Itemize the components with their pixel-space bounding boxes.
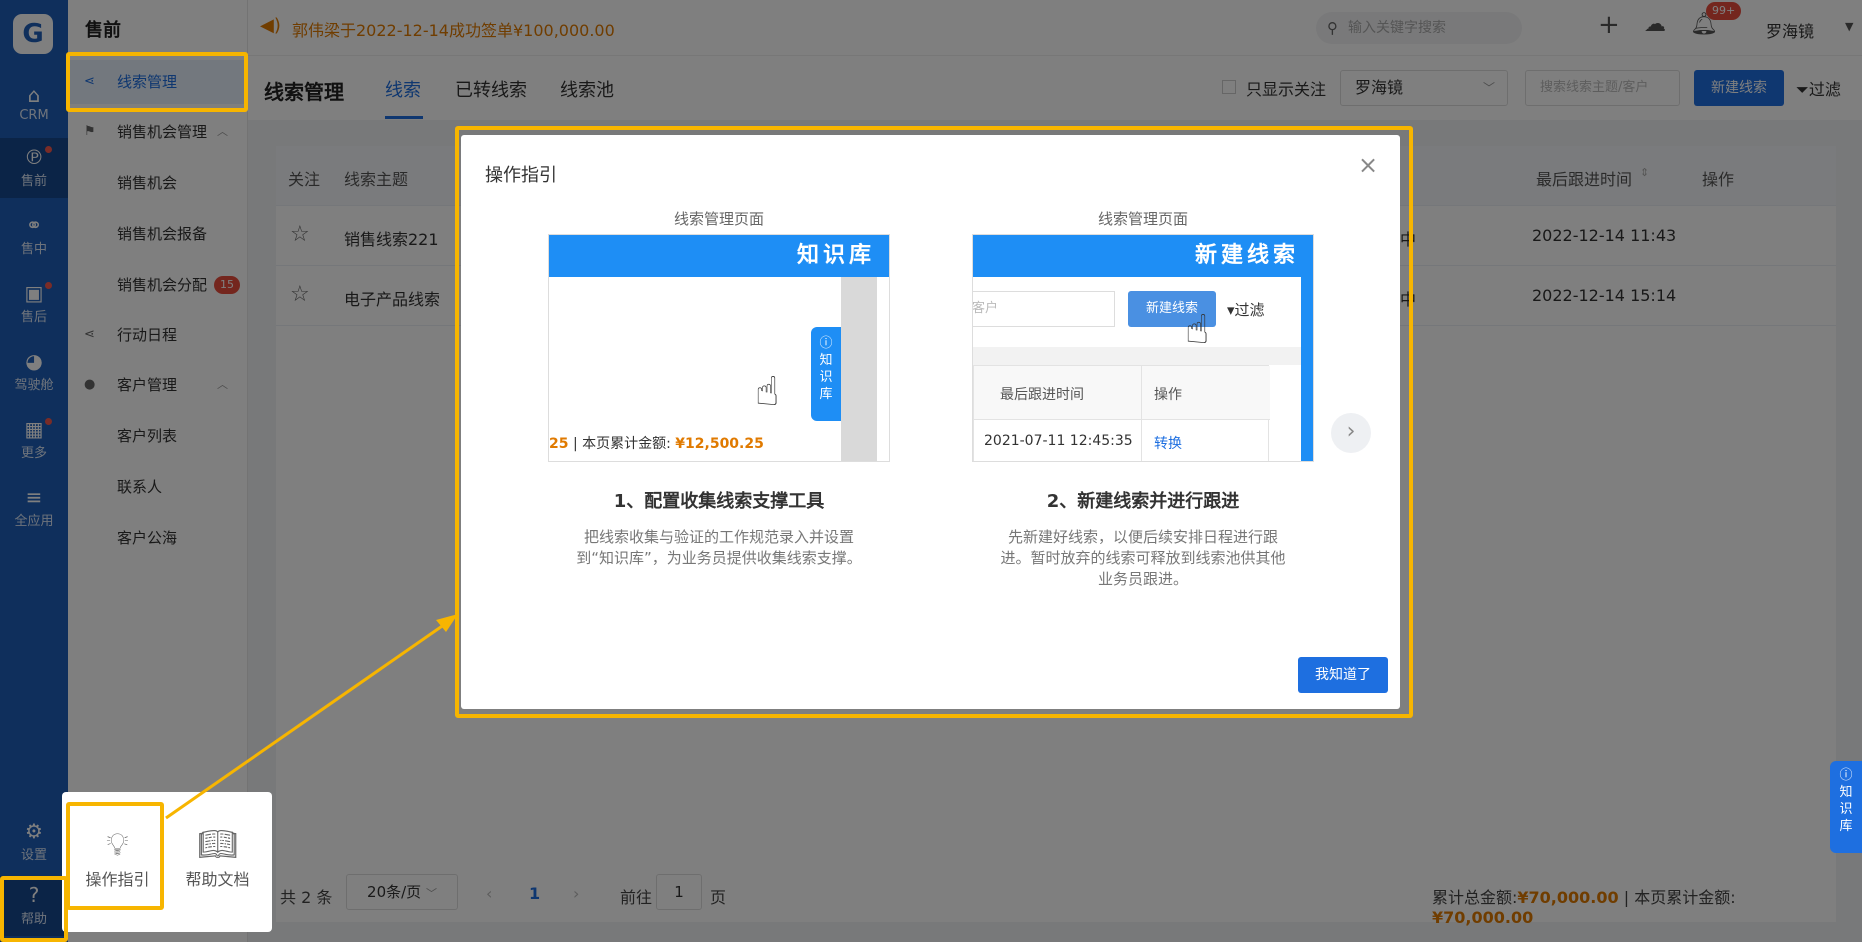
pointer-arrow bbox=[165, 614, 458, 820]
arrow-line bbox=[165, 620, 449, 820]
